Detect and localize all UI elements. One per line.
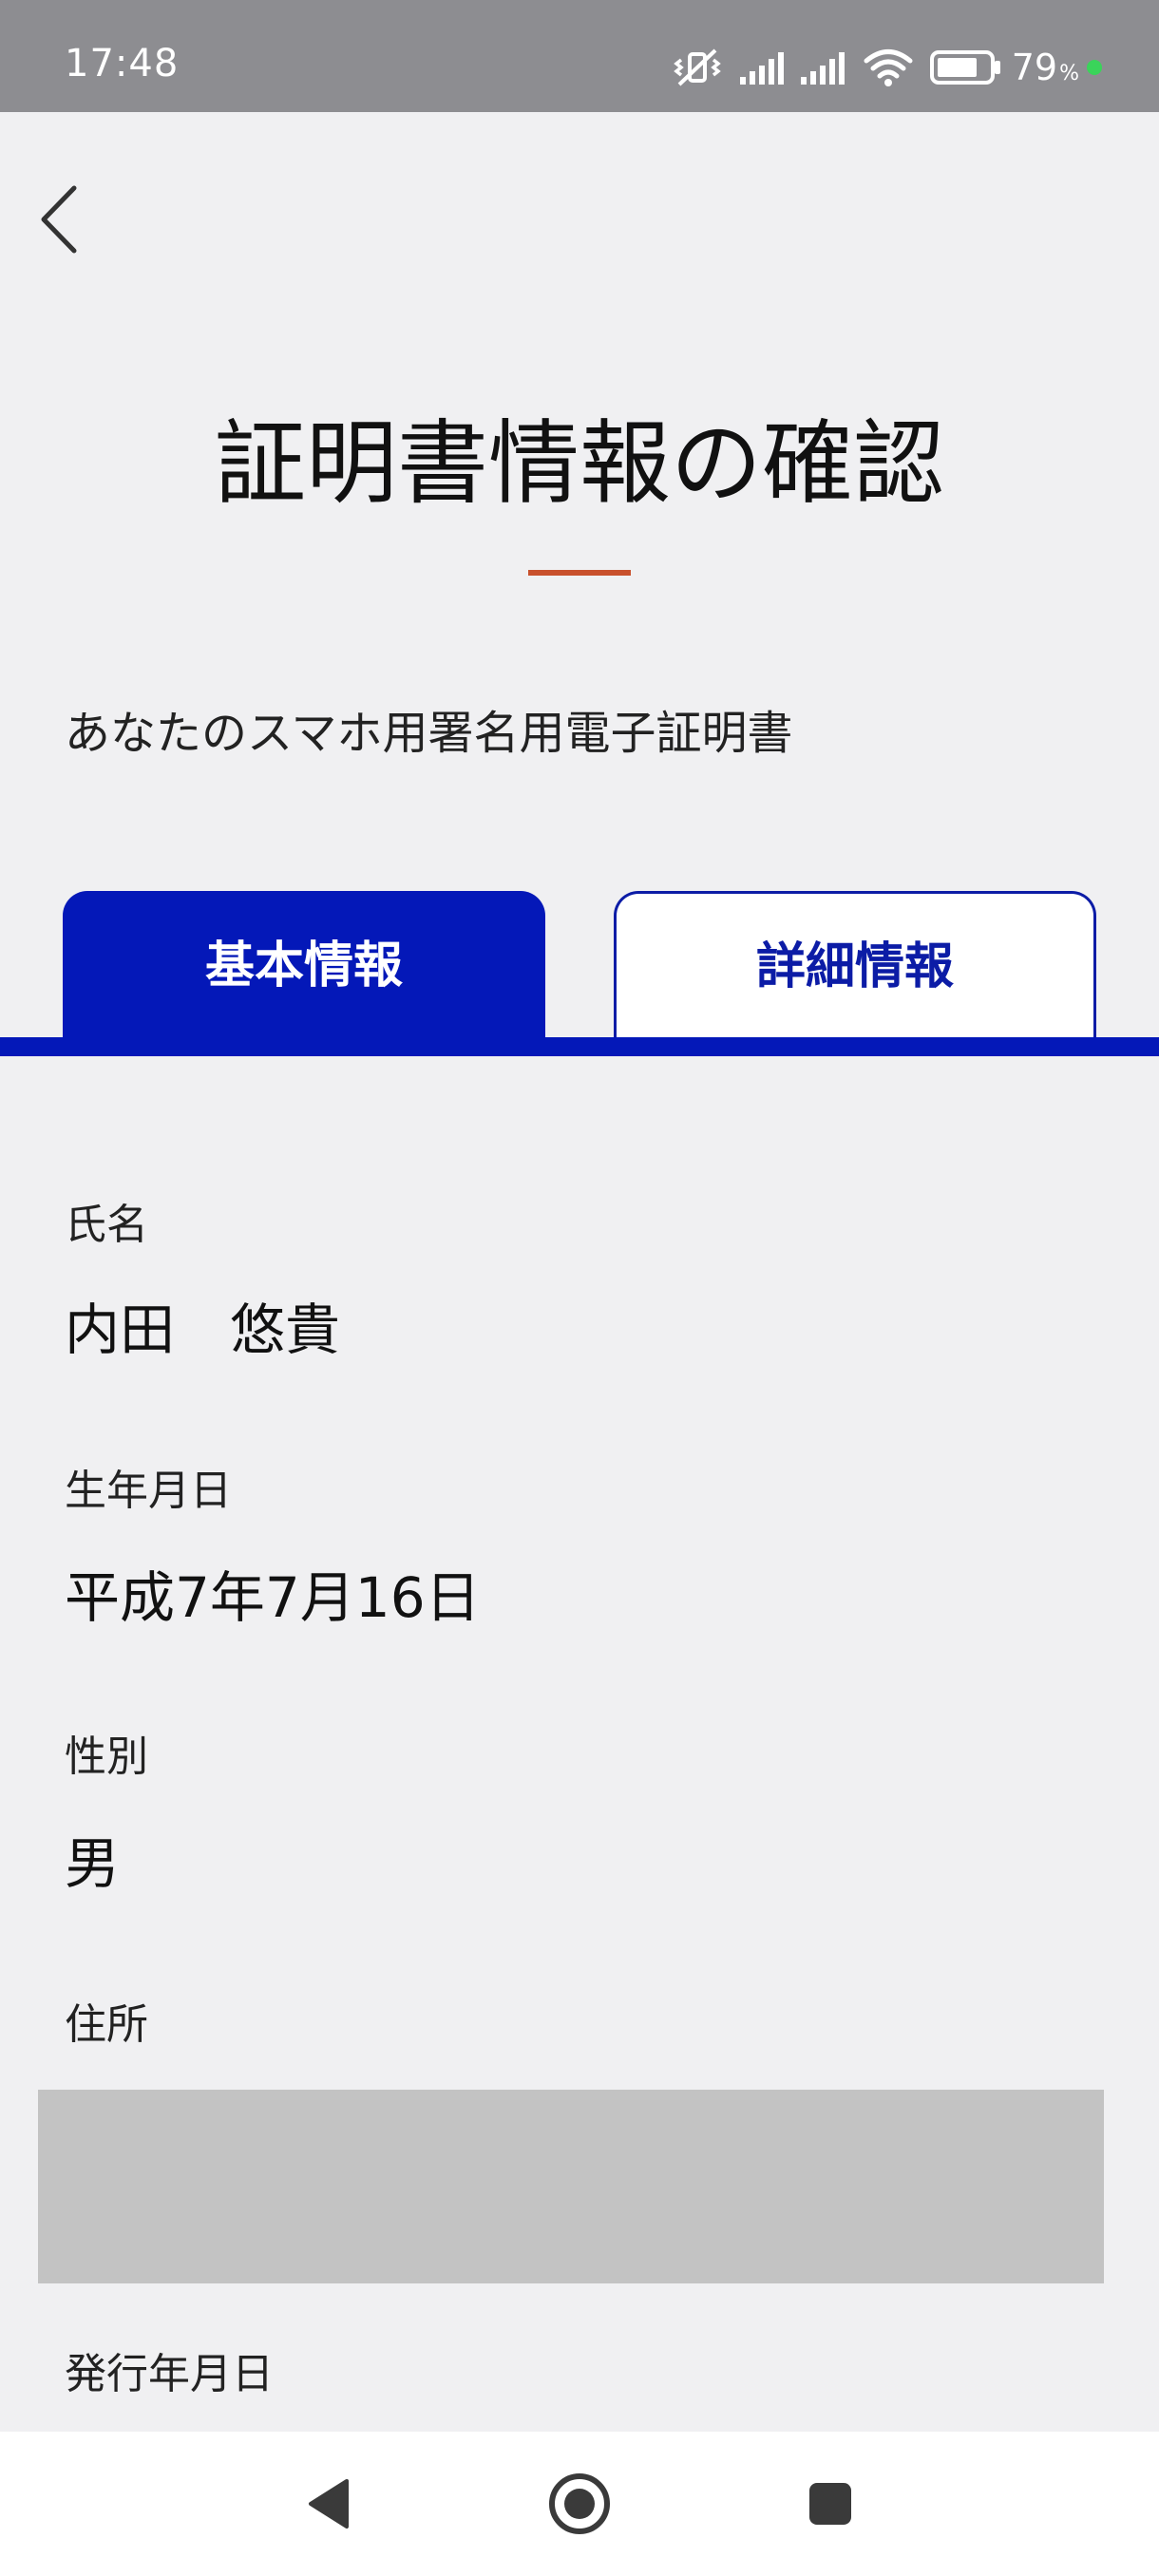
back-triangle-icon (309, 2479, 349, 2529)
battery-icon (929, 49, 1002, 85)
tab-basic-info[interactable]: 基本情報 (63, 891, 545, 1037)
field-label-name: 氏名 (65, 1201, 148, 1249)
system-nav-bar (0, 2432, 1159, 2576)
signal-icon (799, 48, 850, 86)
field-value-birthdate: 平成7年7月16日 (65, 1565, 481, 1630)
field-label-address: 住所 (65, 2000, 148, 2049)
back-button[interactable] (27, 177, 93, 262)
page-title: 証明書情報の確認 (215, 410, 944, 517)
field-label-issue-date: 発行年月日 (65, 2350, 274, 2398)
field-label-gender: 性別 (65, 1733, 148, 1781)
nav-recents-button[interactable] (792, 2466, 868, 2542)
tab-underline-bar (0, 1037, 1159, 1056)
signal-icon (738, 48, 789, 86)
status-bar: 17:48 79% (0, 0, 1159, 112)
recents-square-icon (809, 2483, 851, 2525)
title-accent-underline (528, 570, 631, 576)
nav-back-button[interactable] (291, 2466, 367, 2542)
wifi-icon (864, 48, 913, 86)
status-time: 17:48 (65, 42, 180, 85)
field-value-name: 内田 悠貴 (65, 1297, 341, 1362)
privacy-dot-indicator (1087, 60, 1102, 75)
status-icons: 79% (672, 44, 1102, 91)
chevron-left-icon (41, 185, 77, 254)
home-circle-icon (549, 2473, 610, 2534)
certificate-subtitle: あなたのスマホ用署名用電子証明書 (65, 707, 793, 760)
address-redacted-block (38, 2090, 1104, 2283)
field-value-gender: 男 (65, 1831, 121, 1896)
tab-detail-info[interactable]: 詳細情報 (614, 891, 1096, 1037)
nav-home-button[interactable] (542, 2466, 618, 2542)
mute-vibrate-icon (672, 47, 723, 88)
battery-percent: 79% (1011, 47, 1079, 88)
field-label-birthdate: 生年月日 (65, 1467, 232, 1515)
